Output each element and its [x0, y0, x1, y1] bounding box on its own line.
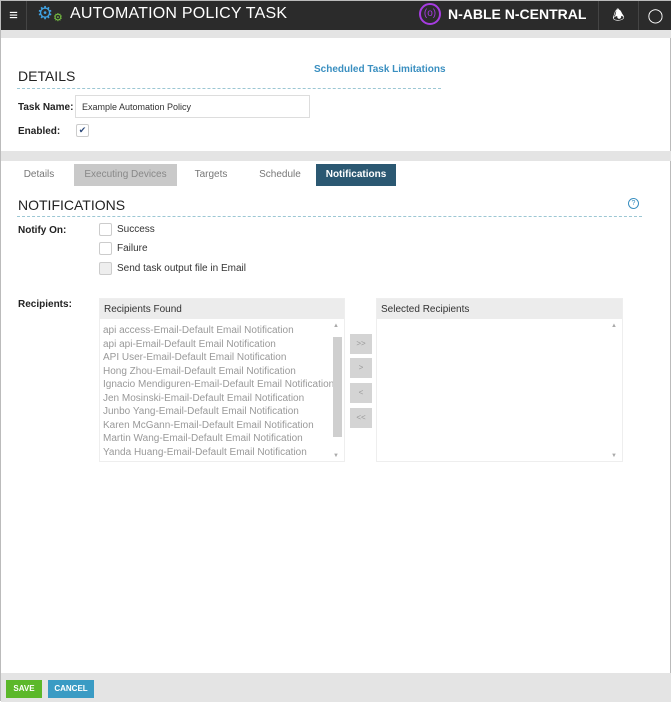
- divider: [1, 151, 671, 161]
- selected-recipients-list[interactable]: Selected Recipients ▲ ▼: [376, 298, 623, 462]
- bell-icon[interactable]: 🕭: [598, 1, 638, 30]
- remove-all-button[interactable]: <<: [350, 408, 372, 428]
- success-checkbox[interactable]: [99, 223, 112, 236]
- scroll-down-icon[interactable]: ▼: [333, 453, 339, 459]
- selected-recipients-header: Selected Recipients: [377, 299, 622, 319]
- recipient-item[interactable]: Martin Wang-Email-Default Email Notifica…: [103, 432, 341, 446]
- cancel-button[interactable]: CANCEL: [48, 680, 94, 698]
- notifications-heading: NOTIFICATIONS: [18, 197, 126, 213]
- recipient-item[interactable]: api access-Email-Default Email Notificat…: [103, 324, 341, 338]
- recipients-found-list[interactable]: Recipients Found api access-Email-Defaul…: [99, 298, 345, 462]
- selected-recipients-items: [377, 319, 622, 462]
- recipient-item[interactable]: Karen McGann-Email-Default Email Notific…: [103, 419, 341, 433]
- user-icon[interactable]: ◯: [638, 1, 671, 30]
- tab-executing-devices[interactable]: Executing Devices: [74, 164, 177, 186]
- tab-targets[interactable]: Targets: [181, 164, 241, 186]
- recipient-item[interactable]: Jen Mosinski-Email-Default Email Notific…: [103, 392, 341, 406]
- recipient-item[interactable]: Junbo Yang-Email-Default Email Notificat…: [103, 405, 341, 419]
- send-output-label: Send task output file in Email: [117, 263, 246, 274]
- brand-name: N-ABLE N-CENTRAL: [448, 6, 587, 22]
- recipient-item[interactable]: Hong Zhou-Email-Default Email Notificati…: [103, 365, 341, 379]
- failure-checkbox[interactable]: [99, 242, 112, 255]
- divider: [1, 30, 671, 38]
- notify-on-label: Notify On:: [18, 225, 67, 236]
- recipients-found-header: Recipients Found: [100, 299, 344, 319]
- divider: [17, 216, 642, 217]
- top-bar: ≡ ⚙ ⚙ AUTOMATION POLICY TASK (o) N-ABLE …: [1, 1, 671, 30]
- failure-label: Failure: [117, 243, 148, 254]
- page-title: AUTOMATION POLICY TASK: [70, 5, 288, 22]
- add-all-button[interactable]: >>: [350, 334, 372, 354]
- recipients-found-items: api access-Email-Default Email Notificat…: [100, 319, 344, 462]
- tab-schedule[interactable]: Schedule: [246, 164, 314, 186]
- scrollbar[interactable]: ▲ ▼: [333, 321, 342, 461]
- gears-icon: ⚙: [37, 3, 54, 23]
- brand-logo-icon: (o): [419, 3, 441, 25]
- scroll-up-icon[interactable]: ▲: [333, 323, 339, 329]
- recipient-item[interactable]: Ignacio Mendiguren-Email-Default Email N…: [103, 378, 341, 392]
- recipients-label: Recipients:: [18, 299, 72, 310]
- enabled-label: Enabled:: [18, 126, 61, 137]
- save-button[interactable]: SAVE: [6, 680, 42, 698]
- remove-button[interactable]: <: [350, 383, 372, 403]
- recipient-item[interactable]: api api-Email-Default Email Notification: [103, 338, 341, 352]
- enabled-checkbox[interactable]: ✔: [76, 124, 89, 137]
- scrollbar[interactable]: ▲ ▼: [611, 321, 620, 461]
- help-icon[interactable]: ?: [628, 198, 639, 209]
- recipient-item[interactable]: API User-Email-Default Email Notificatio…: [103, 351, 341, 365]
- tab-notifications[interactable]: Notifications: [316, 164, 396, 186]
- menu-collapse-icon[interactable]: ≡: [1, 1, 27, 30]
- divider: [17, 88, 441, 89]
- add-button[interactable]: >: [350, 358, 372, 378]
- scroll-up-icon[interactable]: ▲: [611, 323, 617, 329]
- send-output-checkbox[interactable]: [99, 262, 112, 275]
- tab-details[interactable]: Details: [9, 164, 69, 186]
- scroll-down-icon[interactable]: ▼: [611, 453, 617, 459]
- task-name-label: Task Name:: [18, 102, 74, 113]
- details-heading: DETAILS: [18, 68, 76, 84]
- scheduled-task-limitations-link[interactable]: Scheduled Task Limitations: [314, 64, 446, 75]
- success-label: Success: [117, 224, 155, 235]
- recipient-item[interactable]: Yanda Huang-Email-Default Email Notifica…: [103, 446, 341, 460]
- gear-small-icon: ⚙: [53, 12, 63, 24]
- scrollbar-thumb[interactable]: [333, 337, 342, 437]
- footer-bar: [1, 673, 671, 702]
- task-name-input[interactable]: Example Automation Policy: [75, 95, 310, 118]
